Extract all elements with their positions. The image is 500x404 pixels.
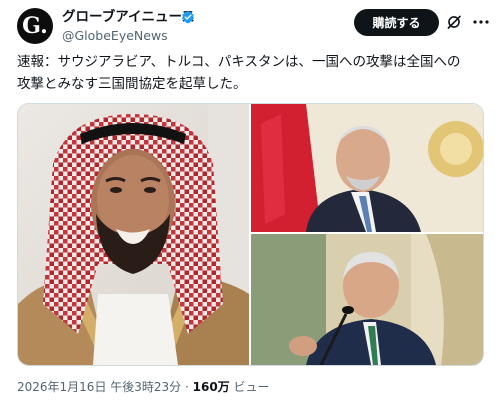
account-handle[interactable]: @GlobeEyeNews [62,28,168,43]
avatar[interactable]: G. [17,8,53,44]
post-meta: 2026年1月16日 午後3時23分 · 160万 ビュー [17,380,270,395]
views-count: 160万 [192,380,230,394]
meta-separator: · [181,380,193,394]
verified-badge-icon [181,10,195,24]
post-text: 速報：サウジアラビア、トルコ、パキスタンは、一国への攻撃は全国への 攻撃とみなす… [17,54,461,92]
grok-icon[interactable] [446,14,462,30]
photo-bottom-right[interactable] [251,234,483,365]
account-name[interactable]: グローブアイニュース [62,9,195,25]
subscribe-button[interactable]: 購読する [354,9,439,36]
avatar-logo-text: G. [22,13,48,39]
photo-top-right[interactable] [251,104,483,232]
photo-left[interactable] [18,104,249,365]
media-grid [17,103,484,366]
more-icon[interactable] [472,14,490,30]
post-timestamp[interactable]: 2026年1月16日 午後3時23分 [17,380,181,394]
views-label: ビュー [229,380,270,394]
